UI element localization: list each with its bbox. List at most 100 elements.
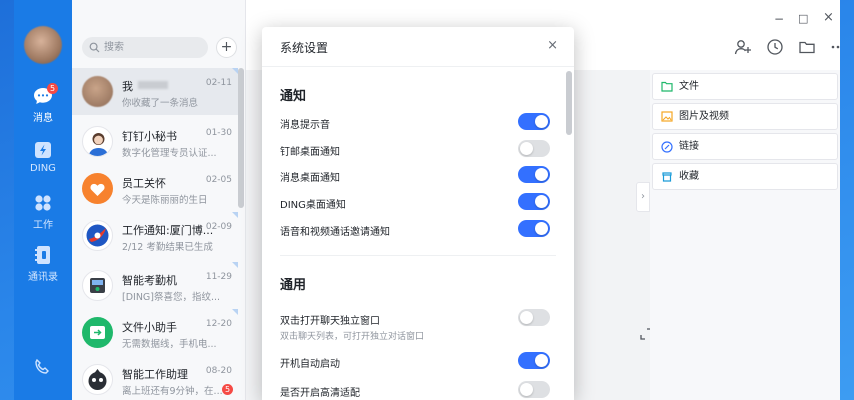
conversation-preview: 2/12 考勤结果已生成 [122, 242, 213, 253]
phone-icon[interactable] [33, 358, 51, 376]
option-label: 消息桌面通知 [280, 173, 340, 184]
option-label: 双击打开聊天独立窗口 [280, 316, 380, 327]
side-item-media[interactable]: 图片及视频 [652, 103, 838, 130]
settings-dialog: 系统设置 × 通知 消息提示音 钉邮桌面通知 消息桌面通知 DING桌面通知 语… [262, 27, 574, 400]
favorite-icon [662, 172, 672, 182]
section-divider [280, 255, 556, 256]
more-icon[interactable] [830, 38, 840, 56]
conversation-preview: [DING]祭喜您，指纹... [122, 292, 221, 303]
conversation-preview: 你收藏了一条消息 [122, 98, 199, 109]
avatar [82, 270, 113, 301]
option-label: 是否开启高清适配 [280, 388, 360, 399]
conversation-preview: 离上班还有9分钟，在... [122, 386, 223, 397]
add-member-icon[interactable] [734, 38, 752, 56]
list-item[interactable]: 员工关怀 02-05 今天是陈丽丽的生日 [72, 165, 238, 212]
attendance-machine-icon [90, 278, 105, 293]
conversation-time: 02-11 [205, 78, 232, 88]
pin-corner [232, 309, 238, 315]
folder-icon[interactable] [798, 38, 816, 56]
conversation-time: 02-05 [205, 175, 232, 185]
conversation-name: 员工关怀 [122, 177, 166, 190]
list-scrollbar[interactable] [238, 68, 244, 208]
file-transfer-icon [90, 326, 105, 339]
conversation-list: 搜索 + 我 02-11 你收藏了一条消息 钉钉小秘书 01-30 数字化管理专… [72, 0, 246, 400]
nav-item-contacts[interactable]: 通讯录 [14, 245, 72, 283]
nav-label-messages: 消息 [33, 113, 53, 124]
ding-icon [35, 142, 51, 158]
conversation-time: 01-30 [205, 128, 232, 138]
list-item[interactable]: 智能考勤机 11-29 [DING]祭喜您，指纹... [72, 262, 238, 309]
option-label: 开机自动启动 [280, 359, 340, 370]
option-label: 消息提示音 [280, 120, 330, 131]
collapse-panel-button[interactable]: › [636, 182, 650, 212]
workbench-icon [35, 195, 51, 211]
minimize-button[interactable]: − [774, 12, 784, 26]
nav-item-messages[interactable]: 消息 5 [14, 83, 72, 124]
section-title-notifications: 通知 [280, 89, 307, 104]
toggle-ding-desktop-notify[interactable] [518, 193, 550, 210]
avatar [82, 364, 113, 395]
conversation-name: 我 [122, 80, 133, 93]
section-title-general: 通用 [280, 278, 307, 293]
nav-label-work: 工作 [33, 220, 53, 231]
conversation-preview: 无需数据线，手机电... [122, 339, 217, 350]
avatar [82, 220, 113, 251]
conversation-name: 文件小助手 [122, 321, 177, 334]
blurred-name [138, 81, 168, 89]
conversation-time: 11-29 [205, 272, 232, 282]
toggle-message-desktop-notify[interactable] [518, 166, 550, 183]
list-item[interactable]: 文件小助手 12-20 无需数据线，手机电... [72, 309, 238, 356]
avatar[interactable] [24, 26, 62, 64]
toggle-auto-start[interactable] [518, 352, 550, 369]
contacts-icon [35, 246, 50, 264]
list-item[interactable]: 智能工作助理 08-20 离上班还有9分钟，在... 5 [72, 356, 238, 400]
conversation-name: 智能工作助理 [122, 368, 188, 381]
avatar [82, 173, 113, 204]
list-item[interactable]: 工作通知:厦门博... 02-09 2/12 考勤结果已生成 [72, 212, 238, 259]
nav-item-work[interactable]: 工作 [14, 193, 72, 231]
link-icon [661, 141, 673, 153]
conversation-time: 02-09 [205, 222, 232, 232]
side-item-favorites[interactable]: 收藏 [652, 163, 838, 190]
toggle-hd-adaptation[interactable] [518, 381, 550, 398]
conversation-preview: 数字化管理专员认证... [122, 148, 217, 159]
side-item-label: 文件 [679, 81, 699, 92]
side-item-links[interactable]: 链接 [652, 133, 838, 160]
conversation-time: 12-20 [205, 319, 232, 329]
nav-item-ding[interactable]: DING [14, 140, 72, 174]
toggle-mail-desktop-notify[interactable] [518, 140, 550, 157]
toggle-message-sound[interactable] [518, 113, 550, 130]
close-icon[interactable]: × [547, 38, 558, 53]
company-logo-icon [86, 224, 109, 247]
side-item-label: 图片及视频 [679, 111, 729, 122]
side-item-label: 收藏 [679, 171, 699, 182]
clock-icon[interactable] [766, 38, 784, 56]
conversation-name: 钉钉小秘书 [122, 130, 177, 143]
dialog-scrollbar[interactable] [566, 71, 572, 135]
close-window-button[interactable]: × [823, 10, 834, 25]
heart-icon [90, 183, 105, 196]
nav-label-ding: DING [30, 163, 56, 174]
search-placeholder: 搜索 [104, 42, 124, 53]
pin-corner [232, 262, 238, 268]
dialog-header: 系统设置 × [262, 27, 574, 67]
side-item-files[interactable]: 文件 [652, 73, 838, 100]
search-input[interactable]: 搜索 [82, 37, 208, 58]
image-icon [661, 111, 673, 122]
toggle-call-invite-notify[interactable] [518, 220, 550, 237]
toggle-double-click-window[interactable] [518, 309, 550, 326]
option-label: 钉邮桌面通知 [280, 147, 340, 158]
avatar [82, 126, 113, 157]
unread-badge: 5 [222, 384, 233, 395]
left-nav: 消息 5 DING 工作 通讯录 [14, 0, 72, 400]
nav-label-contacts: 通讯录 [28, 272, 58, 283]
search-icon [89, 42, 100, 53]
conversation-name: 智能考勤机 [122, 274, 177, 287]
maximize-button[interactable]: □ [798, 12, 808, 25]
avatar [82, 76, 113, 107]
option-description: 双击聊天列表，可打开独立对话窗口 [280, 332, 425, 342]
list-item[interactable]: 我 02-11 你收藏了一条消息 [72, 68, 238, 115]
list-item[interactable]: 钉钉小秘书 01-30 数字化管理专员认证... [72, 118, 238, 165]
add-button[interactable]: + [216, 37, 237, 58]
conversation-preview: 今天是陈丽丽的生日 [122, 195, 208, 206]
